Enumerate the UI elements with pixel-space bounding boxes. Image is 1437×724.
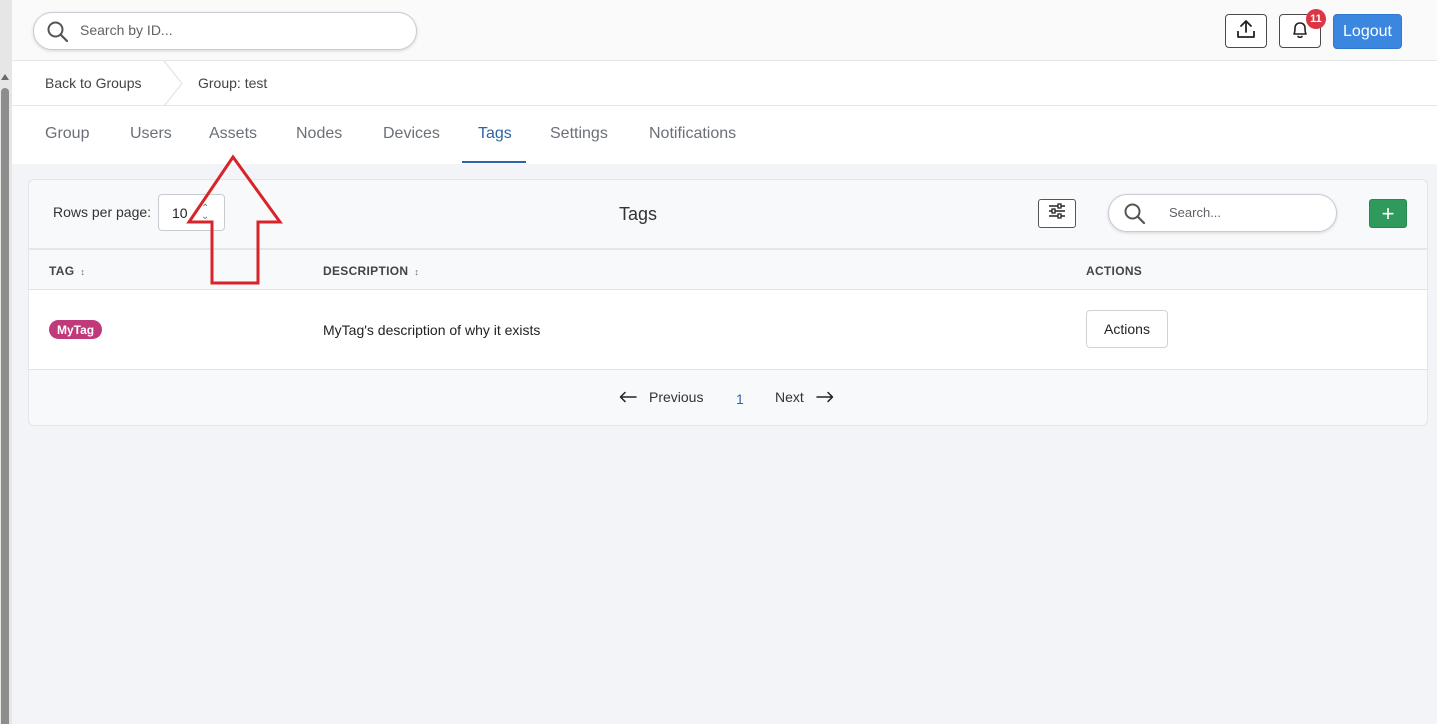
tab-tags[interactable]: Tags — [478, 125, 512, 143]
tags-title: Tags — [619, 204, 658, 224]
search-icon — [46, 20, 70, 49]
tab-devices[interactable]: Devices — [383, 125, 440, 143]
tags-search-input[interactable] — [1169, 205, 1319, 220]
tags-card: Rows per page: 10 ⌃⌄ Tags + TAG↕ DESCRIP… — [28, 179, 1428, 426]
breadcrumb-back-to-groups[interactable]: Back to Groups — [45, 75, 142, 91]
tab-nodes[interactable]: Nodes — [296, 125, 342, 143]
tab-notifications[interactable]: Notifications — [649, 125, 736, 143]
breadcrumb-current-group: Group: test — [198, 75, 268, 91]
sort-icon: ↕ — [414, 267, 420, 277]
scroll-up-icon[interactable] — [1, 74, 9, 80]
tag-badge: MyTag — [49, 320, 103, 339]
top-bar: 11 Logout — [12, 0, 1437, 61]
previous-page-button[interactable]: Previous — [619, 389, 703, 405]
search-icon — [1123, 202, 1147, 231]
select-chevron-icon: ⌃ ⌄ — [201, 203, 210, 222]
sort-icon: ↕ — [80, 267, 86, 277]
table-row: MyTag MyTag's description of why it exis… — [29, 290, 1427, 370]
rows-per-page-value: 10 — [172, 205, 188, 221]
column-header-tag[interactable]: TAG ↕ — [49, 264, 85, 278]
rows-per-page-label: Rows per page: — [53, 204, 152, 220]
rows-per-page-select[interactable]: 10 ⌃ ⌄ — [158, 194, 225, 231]
search-by-id[interactable] — [33, 12, 417, 50]
page-number-current[interactable]: 1 — [736, 391, 744, 407]
breadcrumb-separator-icon — [163, 61, 183, 106]
column-header-description[interactable]: DESCRIPTION ↕ — [323, 264, 419, 278]
tab-group[interactable]: Group — [45, 125, 89, 143]
row-actions-button[interactable]: Actions — [1086, 310, 1168, 348]
tags-search[interactable] — [1108, 194, 1337, 232]
tag-description: MyTag's description of why it exists — [323, 322, 541, 338]
arrow-left-icon — [619, 391, 637, 403]
next-page-button[interactable]: Next — [775, 389, 834, 405]
group-tabs: Group Users Assets Nodes Devices Tags Se… — [12, 106, 1437, 164]
filter-button[interactable] — [1038, 199, 1076, 228]
search-id-input[interactable] — [80, 22, 400, 38]
upload-button[interactable] — [1225, 14, 1267, 48]
notification-count-badge: 11 — [1306, 9, 1326, 29]
tab-settings[interactable]: Settings — [550, 125, 608, 143]
tab-assets[interactable]: Assets — [209, 125, 257, 143]
window-scrollbar[interactable] — [0, 0, 12, 724]
column-header-actions: ACTIONS — [1086, 264, 1143, 278]
arrow-right-icon — [816, 391, 834, 403]
active-tab-indicator — [462, 161, 526, 163]
tab-users[interactable]: Users — [130, 125, 172, 143]
add-tag-button[interactable]: + — [1369, 199, 1407, 228]
pagination: Previous 1 Next — [29, 370, 1427, 426]
breadcrumb: Back to Groups Group: test — [12, 61, 1437, 106]
table-header: TAG ↕ DESCRIPTION ↕ ACTIONS — [29, 248, 1427, 290]
scrollbar-thumb[interactable] — [1, 88, 9, 724]
logout-button[interactable]: Logout — [1333, 14, 1402, 49]
sliders-icon — [1048, 203, 1066, 224]
app-root: 11 Logout Back to Groups Group: test Gro… — [12, 0, 1437, 724]
upload-icon — [1235, 18, 1257, 45]
